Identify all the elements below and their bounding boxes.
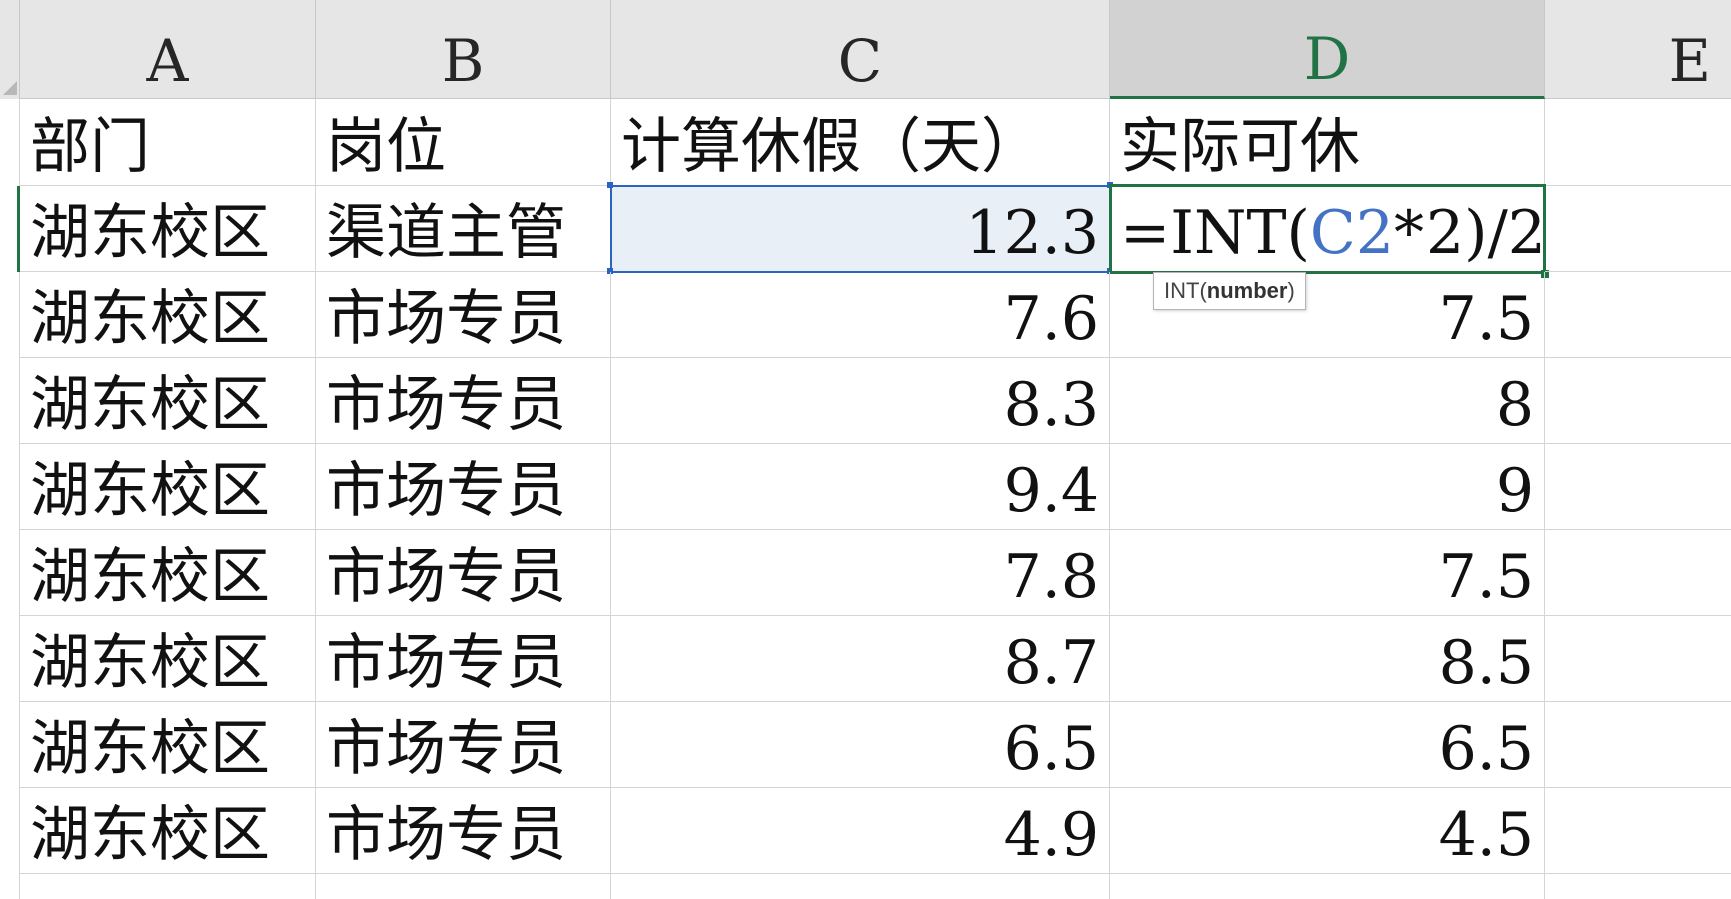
cell-d10[interactable] bbox=[1110, 874, 1545, 899]
column-header-b[interactable]: B bbox=[316, 0, 611, 99]
cell-e2[interactable] bbox=[1545, 186, 1731, 272]
cell-c3[interactable]: 7.6 bbox=[611, 272, 1110, 358]
cell-b4[interactable]: 市场专员 bbox=[316, 358, 611, 444]
cell-d8[interactable]: 6.5 bbox=[1110, 702, 1545, 788]
cell-e3[interactable] bbox=[1545, 272, 1731, 358]
cell-d1[interactable]: 实际可休 bbox=[1110, 99, 1545, 186]
tooltip-function-name[interactable]: INT bbox=[1164, 278, 1199, 304]
function-argument-tooltip[interactable]: INT(number) bbox=[1153, 272, 1306, 310]
cell-d6[interactable]: 7.5 bbox=[1110, 530, 1545, 616]
cell-c1[interactable]: 计算休假（天） bbox=[611, 99, 1110, 186]
formula-prefix: =INT( bbox=[1120, 198, 1310, 268]
cell-d9[interactable]: 4.5 bbox=[1110, 788, 1545, 874]
formula-rest: 2)/2 bbox=[1426, 198, 1546, 268]
cell-c6[interactable]: 7.8 bbox=[611, 530, 1110, 616]
cell-b8[interactable]: 市场专员 bbox=[316, 702, 611, 788]
cell-b7[interactable]: 市场专员 bbox=[316, 616, 611, 702]
cell-c4[interactable]: 8.3 bbox=[611, 358, 1110, 444]
cell-b2[interactable]: 渠道主管 bbox=[316, 186, 611, 272]
cell-c9[interactable]: 4.9 bbox=[611, 788, 1110, 874]
tooltip-close-paren: ) bbox=[1287, 278, 1295, 303]
select-all-corner[interactable] bbox=[0, 0, 20, 99]
cell-c8[interactable]: 6.5 bbox=[611, 702, 1110, 788]
cell-a2[interactable]: 湖东校区 bbox=[20, 186, 316, 272]
cell-e7[interactable] bbox=[1545, 616, 1731, 702]
cell-b10[interactable] bbox=[316, 874, 611, 899]
cell-b9[interactable]: 市场专员 bbox=[316, 788, 611, 874]
cell-e4[interactable] bbox=[1545, 358, 1731, 444]
cell-d4[interactable]: 8 bbox=[1110, 358, 1545, 444]
cell-a1[interactable]: 部门 bbox=[20, 99, 316, 186]
cell-c2-referenced[interactable]: 12.3 bbox=[610, 185, 1111, 273]
cell-e6[interactable] bbox=[1545, 530, 1731, 616]
cell-a5[interactable]: 湖东校区 bbox=[20, 444, 316, 530]
cell-b1[interactable]: 岗位 bbox=[316, 99, 611, 186]
cell-e10[interactable] bbox=[1545, 874, 1731, 899]
cell-a9[interactable]: 湖东校区 bbox=[20, 788, 316, 874]
formula-operator: * bbox=[1394, 198, 1424, 268]
column-header-d[interactable]: D bbox=[1110, 0, 1545, 99]
cell-e8[interactable] bbox=[1545, 702, 1731, 788]
tooltip-open-paren: ( bbox=[1199, 278, 1207, 303]
cell-a7[interactable]: 湖东校区 bbox=[20, 616, 316, 702]
formula-reference-c2: C2 bbox=[1309, 198, 1394, 268]
cell-d7[interactable]: 8.5 bbox=[1110, 616, 1545, 702]
cell-d2-formula-editor[interactable]: =INT(C2 * 2)/2 bbox=[1109, 184, 1546, 274]
cell-e9[interactable] bbox=[1545, 788, 1731, 874]
cell-d5[interactable]: 9 bbox=[1110, 444, 1545, 530]
cell-b3[interactable]: 市场专员 bbox=[316, 272, 611, 358]
cell-a3[interactable]: 湖东校区 bbox=[20, 272, 316, 358]
cell-a10[interactable] bbox=[20, 874, 316, 899]
cell-e1[interactable] bbox=[1545, 99, 1731, 186]
column-header-a[interactable]: A bbox=[20, 0, 316, 99]
cell-b6[interactable]: 市场专员 bbox=[316, 530, 611, 616]
cell-e5[interactable] bbox=[1545, 444, 1731, 530]
cell-a4[interactable]: 湖东校区 bbox=[20, 358, 316, 444]
select-all-triangle-icon bbox=[3, 81, 17, 95]
cell-a8[interactable]: 湖东校区 bbox=[20, 702, 316, 788]
cell-c7[interactable]: 8.7 bbox=[611, 616, 1110, 702]
cell-a6[interactable]: 湖东校区 bbox=[20, 530, 316, 616]
cell-c10[interactable] bbox=[611, 874, 1110, 899]
cell-b5[interactable]: 市场专员 bbox=[316, 444, 611, 530]
column-header-c[interactable]: C bbox=[611, 0, 1110, 99]
tooltip-argument-number[interactable]: number bbox=[1207, 278, 1288, 304]
cell-c5[interactable]: 9.4 bbox=[611, 444, 1110, 530]
range-handle-top-left[interactable] bbox=[607, 182, 613, 188]
column-header-e[interactable]: E bbox=[1545, 0, 1731, 99]
